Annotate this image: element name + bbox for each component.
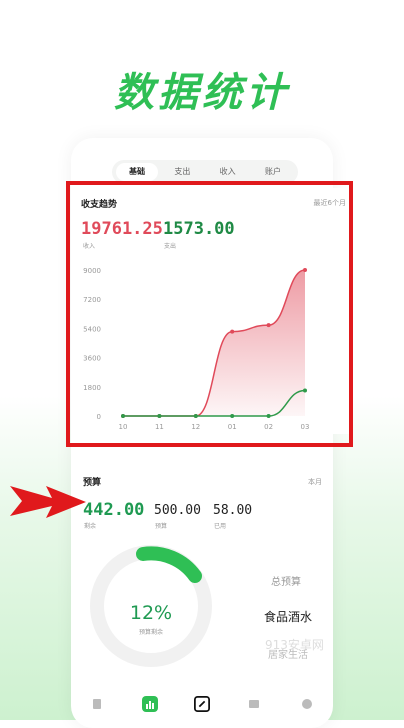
budget-used-label: 已用 — [214, 523, 227, 530]
tab-income[interactable]: 收入 — [207, 163, 249, 181]
total-budget-label: 总预算 — [271, 577, 301, 588]
user-icon[interactable] — [299, 696, 315, 712]
budget-used: 58.00 — [213, 503, 253, 518]
budget-percent-label: 预算剩余 — [138, 629, 163, 636]
tab-expense[interactable]: 支出 — [161, 163, 203, 181]
bottom-nav — [71, 688, 333, 720]
tab-account[interactable]: 账户 — [252, 163, 294, 181]
book-icon[interactable] — [89, 696, 105, 712]
tab-basic[interactable]: 基础 — [116, 163, 158, 181]
red-arrow-icon — [10, 486, 86, 518]
budget-amount: 500.00 — [154, 503, 201, 518]
chart-icon[interactable] — [141, 696, 158, 712]
budget-amount-label: 预算 — [155, 523, 168, 530]
budget-donut-arc — [136, 546, 202, 583]
category-home[interactable]: 居家生活 — [268, 646, 308, 661]
budget-remaining: 442.00 — [83, 500, 145, 520]
budget-percent: 12% — [129, 602, 173, 624]
hero-title: 数据统计 — [114, 70, 290, 116]
edit-icon[interactable] — [193, 696, 210, 712]
highlight-box — [66, 181, 353, 447]
budget-remaining-label: 剩余 — [84, 523, 97, 530]
budget-period[interactable]: 本月 — [308, 477, 322, 487]
category-food[interactable]: 食品酒水 — [264, 608, 312, 625]
wallet-icon[interactable] — [246, 696, 262, 712]
